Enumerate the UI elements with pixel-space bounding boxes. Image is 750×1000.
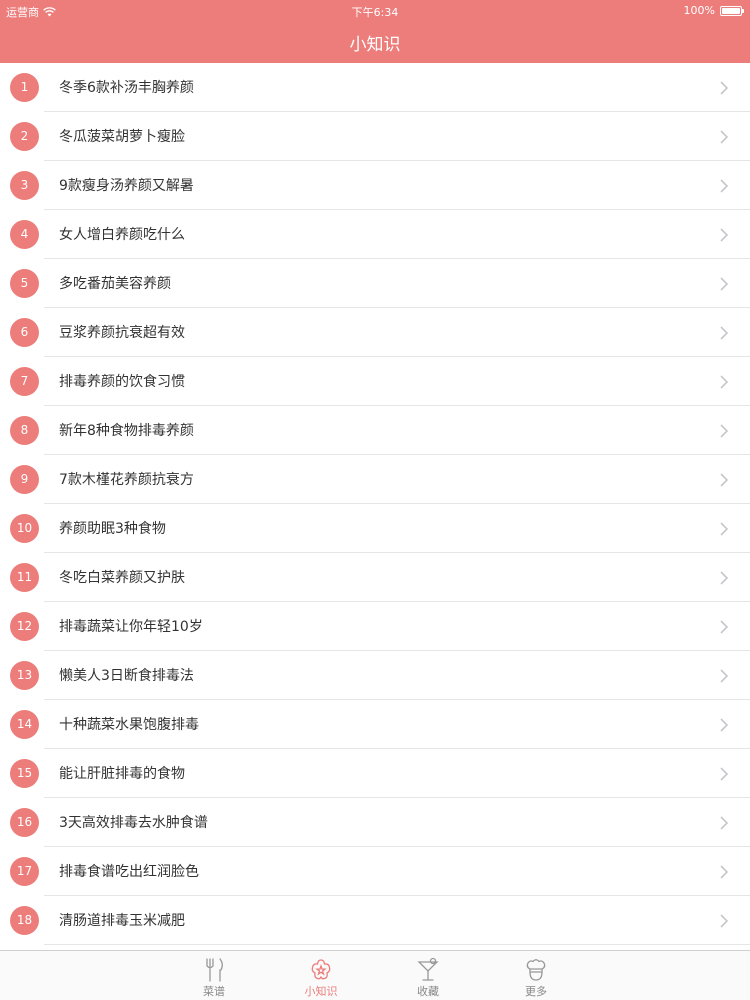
item-number-badge: 12 (10, 612, 39, 641)
header: 运营商 下午6:34 100% 小知识 (0, 0, 750, 63)
item-number-badge: 10 (10, 514, 39, 543)
item-number-badge: 18 (10, 906, 39, 935)
battery-icon (720, 5, 744, 16)
tab-knowledge[interactable]: 小知识 (291, 951, 351, 1000)
fork-knife-icon (206, 958, 223, 982)
list-item[interactable]: 14 十种蔬菜水果饱腹排毒 (0, 700, 750, 749)
list-item[interactable]: 4 女人增白养颜吃什么 (0, 210, 750, 259)
list-item[interactable]: 11 冬吃白菜养颜又护肤 (0, 553, 750, 602)
list-item[interactable]: 16 3天高效排毒去水肿食谱 (0, 798, 750, 847)
tab-label: 收藏 (417, 985, 439, 998)
list-item[interactable]: 9 7款木槿花养颜抗衰方 (0, 455, 750, 504)
item-title: 冬季6款补汤丰胸养颜 (59, 80, 194, 96)
cocktail-icon (417, 957, 439, 981)
list-item[interactable]: 1 冬季6款补汤丰胸养颜 (0, 63, 750, 112)
chevron-right-icon (720, 473, 728, 487)
item-number-badge: 15 (10, 759, 39, 788)
chevron-right-icon (720, 424, 728, 438)
item-number-badge: 14 (10, 710, 39, 739)
item-number-badge: 8 (10, 416, 39, 445)
flower-icon (311, 959, 331, 980)
item-title: 冬吃白菜养颜又护肤 (59, 570, 185, 586)
status-bar: 运营商 下午6:34 100% (0, 0, 750, 22)
item-number-badge: 13 (10, 661, 39, 690)
chevron-right-icon (720, 767, 728, 781)
chevron-right-icon (720, 914, 728, 928)
chevron-right-icon (720, 571, 728, 585)
chevron-right-icon (720, 228, 728, 242)
list-item[interactable]: 2 冬瓜菠菜胡萝卜瘦脸 (0, 112, 750, 161)
item-title: 养颜助眠3种食物 (59, 521, 166, 537)
chevron-right-icon (720, 669, 728, 683)
item-title: 3天高效排毒去水肿食谱 (59, 815, 208, 831)
list-item[interactable]: 12 排毒蔬菜让你年轻10岁 (0, 602, 750, 651)
item-number-badge: 9 (10, 465, 39, 494)
chevron-right-icon (720, 620, 728, 634)
item-number-badge: 4 (10, 220, 39, 249)
battery-level (722, 7, 740, 14)
item-number-badge: 5 (10, 269, 39, 298)
list-item[interactable]: 6 豆浆养颜抗衰超有效 (0, 308, 750, 357)
item-title: 排毒蔬菜让你年轻10岁 (59, 619, 203, 635)
article-list[interactable]: 1 冬季6款补汤丰胸养颜 2 冬瓜菠菜胡萝卜瘦脸 3 9款瘦身汤养颜又解暑 4 女人增白养颜吃… (0, 63, 750, 950)
page-title: 小知识 (349, 35, 401, 55)
item-title: 豆浆养颜抗衰超有效 (59, 325, 185, 341)
item-title: 冬瓜菠菜胡萝卜瘦脸 (59, 129, 185, 145)
tab-label: 更多 (525, 985, 547, 998)
chef-hat-icon (526, 959, 546, 981)
list-item[interactable]: 13 懒美人3日断食排毒法 (0, 651, 750, 700)
chevron-right-icon (720, 816, 728, 830)
tab-label: 菜谱 (203, 985, 225, 998)
item-number-badge: 2 (10, 122, 39, 151)
status-right: 100% (683, 4, 744, 17)
list-item[interactable]: 5 多吃番茄美容养颜 (0, 259, 750, 308)
item-number-badge: 3 (10, 171, 39, 200)
tab-favorites[interactable]: 收藏 (398, 951, 458, 1000)
item-title: 新年8种食物排毒养颜 (59, 423, 194, 439)
chevron-right-icon (720, 130, 728, 144)
list-item[interactable]: 7 排毒养颜的饮食习惯 (0, 357, 750, 406)
list-item[interactable]: 8 新年8种食物排毒养颜 (0, 406, 750, 455)
item-title: 清肠道排毒玉米减肥 (59, 913, 185, 929)
chevron-right-icon (720, 326, 728, 340)
item-number-badge: 11 (10, 563, 39, 592)
chevron-right-icon (720, 865, 728, 879)
item-number-badge: 17 (10, 857, 39, 886)
item-title: 能让肝脏排毒的食物 (59, 766, 185, 782)
tab-more[interactable]: 更多 (506, 951, 566, 1000)
item-title: 9款瘦身汤养颜又解暑 (59, 178, 194, 194)
chevron-right-icon (720, 375, 728, 389)
item-number-badge: 16 (10, 808, 39, 837)
item-title: 排毒食谱吃出红润脸色 (59, 864, 199, 880)
chevron-right-icon (720, 81, 728, 95)
item-title: 排毒养颜的饮食习惯 (59, 374, 185, 390)
item-number-badge: 6 (10, 318, 39, 347)
status-time: 下午6:34 (351, 6, 399, 19)
item-title: 多吃番茄美容养颜 (59, 276, 171, 292)
item-number-badge: 7 (10, 367, 39, 396)
chevron-right-icon (720, 179, 728, 193)
item-title: 懒美人3日断食排毒法 (59, 668, 194, 684)
tab-recipes[interactable]: 菜谱 (184, 951, 244, 1000)
chevron-right-icon (720, 522, 728, 536)
list-item[interactable]: 15 能让肝脏排毒的食物 (0, 749, 750, 798)
chevron-right-icon (720, 277, 728, 291)
chevron-right-icon (720, 718, 728, 732)
item-title: 7款木槿花养颜抗衰方 (59, 472, 194, 488)
battery-percent: 100% (683, 4, 715, 17)
item-number-badge: 1 (10, 73, 39, 102)
list-item[interactable]: 3 9款瘦身汤养颜又解暑 (0, 161, 750, 210)
item-title: 女人增白养颜吃什么 (59, 227, 185, 243)
list-item[interactable]: 17 排毒食谱吃出红润脸色 (0, 847, 750, 896)
list-item[interactable]: 10 养颜助眠3种食物 (0, 504, 750, 553)
tab-bar: 菜谱 小知识 收藏 更多 (0, 950, 750, 1000)
list-item[interactable]: 18 清肠道排毒玉米减肥 (0, 896, 750, 945)
tab-label: 小知识 (304, 985, 338, 998)
item-title: 十种蔬菜水果饱腹排毒 (59, 717, 199, 733)
